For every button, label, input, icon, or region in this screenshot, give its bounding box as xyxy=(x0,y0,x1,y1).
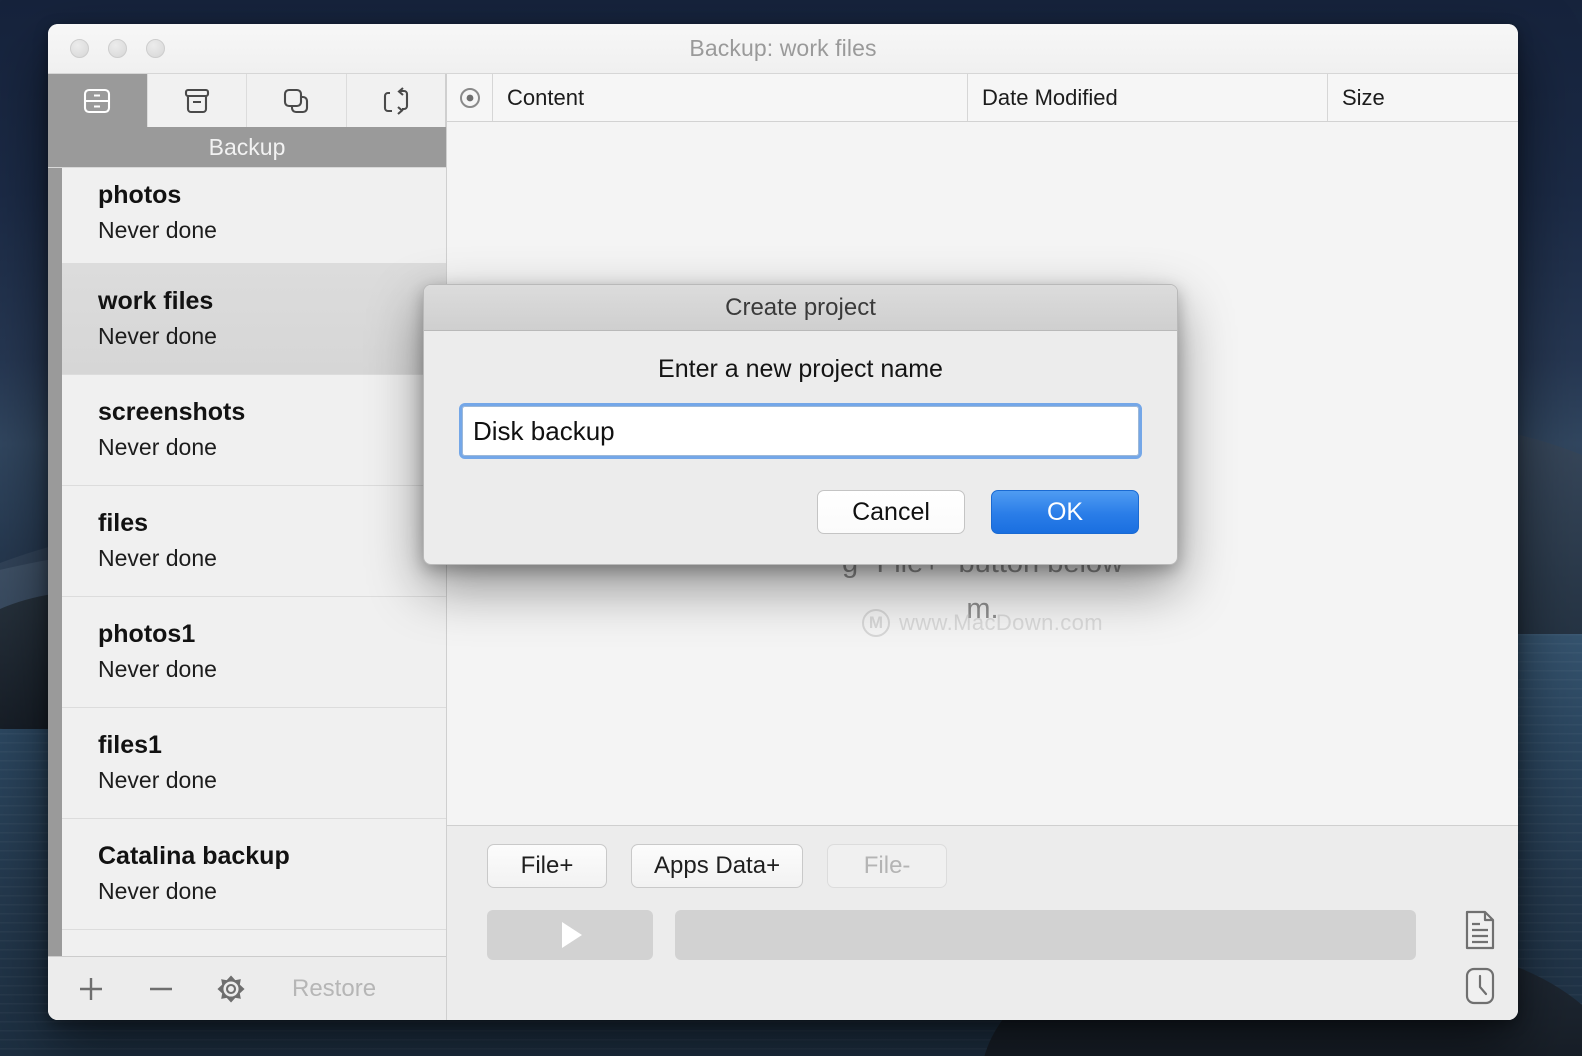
add-project-button[interactable] xyxy=(74,972,108,1006)
project-name: files1 xyxy=(98,731,162,759)
project-name: files xyxy=(98,509,149,537)
window-title: Backup: work files xyxy=(689,35,877,61)
drawer-icon xyxy=(80,84,114,118)
project-name: photos1 xyxy=(98,620,196,648)
side-icon-column xyxy=(1456,910,1518,1006)
cancel-button[interactable]: Cancel xyxy=(817,490,965,534)
document-log-icon[interactable] xyxy=(1463,910,1497,950)
project-status: Never done xyxy=(98,434,217,461)
column-header-content[interactable]: Content xyxy=(493,74,968,121)
progress-bar xyxy=(675,910,1416,960)
project-name: screenshots xyxy=(98,398,246,426)
progress-row xyxy=(447,888,1518,1006)
tab-clone[interactable] xyxy=(247,74,347,127)
restore-button[interactable]: Restore xyxy=(292,975,376,1003)
sidebar: Backup photos Never done work files Neve… xyxy=(48,74,447,1020)
project-name-input[interactable] xyxy=(459,403,1142,459)
sidebar-footer: Restore xyxy=(48,956,446,1020)
gear-icon[interactable] xyxy=(214,972,248,1006)
remove-project-button[interactable] xyxy=(144,972,178,1006)
desktop-wallpaper: Backup: work files Backup photos Never d… xyxy=(0,0,1582,1056)
dialog-title: Create project xyxy=(424,285,1177,331)
list-item[interactable]: photos Never done xyxy=(62,168,446,264)
copy-icon xyxy=(279,84,313,118)
tab-sync[interactable] xyxy=(346,74,446,127)
traffic-lights xyxy=(70,39,165,58)
column-header-size[interactable]: Size xyxy=(1328,74,1518,121)
dialog-prompt: Enter a new project name xyxy=(658,355,943,383)
create-project-dialog: Create project Enter a new project name … xyxy=(423,284,1178,565)
archive-box-icon xyxy=(180,84,214,118)
maximize-button[interactable] xyxy=(146,39,165,58)
ok-button[interactable]: OK xyxy=(991,490,1139,534)
list-item[interactable]: files1 Never done xyxy=(62,708,446,819)
start-backup-button[interactable] xyxy=(487,910,653,960)
window-titlebar: Backup: work files xyxy=(48,24,1518,74)
project-status: Never done xyxy=(98,767,217,794)
dialog-button-row: Cancel OK xyxy=(462,490,1139,534)
project-status: Never done xyxy=(98,323,217,350)
list-item[interactable]: photos1 Never done xyxy=(62,597,446,708)
mode-tab-strip xyxy=(48,74,446,127)
project-name: photos xyxy=(98,181,182,209)
list-item[interactable]: files Never done xyxy=(62,486,446,597)
list-item[interactable]: work files Never done xyxy=(62,264,446,375)
table-header: Content Date Modified Size xyxy=(447,74,1518,122)
project-name: Catalina backup xyxy=(98,842,290,870)
project-list-container: photos Never done work files Never done … xyxy=(48,167,446,956)
project-status: Never done xyxy=(98,217,217,244)
watermark-text: www.MacDown.com xyxy=(898,610,1104,635)
project-list[interactable]: photos Never done work files Never done … xyxy=(62,168,446,956)
file-add-button[interactable]: File+ xyxy=(487,844,607,888)
play-icon xyxy=(562,922,582,948)
minimize-button[interactable] xyxy=(108,39,127,58)
project-status: Never done xyxy=(98,878,217,905)
list-item[interactable]: screenshots Never done xyxy=(62,375,446,486)
sync-restore-icon xyxy=(379,84,413,118)
macdown-logo-icon: M xyxy=(861,609,890,637)
watermark: M www.MacDown.com xyxy=(447,609,1518,637)
dialog-body: Enter a new project name Cancel OK xyxy=(424,331,1177,564)
clock-history-icon[interactable] xyxy=(1463,966,1497,1006)
backup-app-window: Backup: work files Backup photos Never d… xyxy=(48,24,1518,1020)
project-status: Never done xyxy=(98,656,217,683)
tab-backup[interactable] xyxy=(48,74,148,127)
file-remove-button[interactable]: File- xyxy=(827,844,948,888)
target-icon[interactable] xyxy=(447,74,493,121)
apps-data-add-button[interactable]: Apps Data+ xyxy=(631,844,804,888)
main-footer: File+ Apps Data+ File- xyxy=(447,825,1518,1020)
column-header-date-modified[interactable]: Date Modified xyxy=(968,74,1328,121)
project-status: Never done xyxy=(98,545,217,572)
project-name: work files xyxy=(98,287,214,315)
list-gutter xyxy=(48,168,62,956)
tab-archive[interactable] xyxy=(147,74,247,127)
tab-label: Backup xyxy=(48,127,446,167)
close-button[interactable] xyxy=(70,39,89,58)
list-item[interactable]: Catalina backup Never done xyxy=(62,819,446,930)
action-button-row: File+ Apps Data+ File- xyxy=(447,844,1518,888)
